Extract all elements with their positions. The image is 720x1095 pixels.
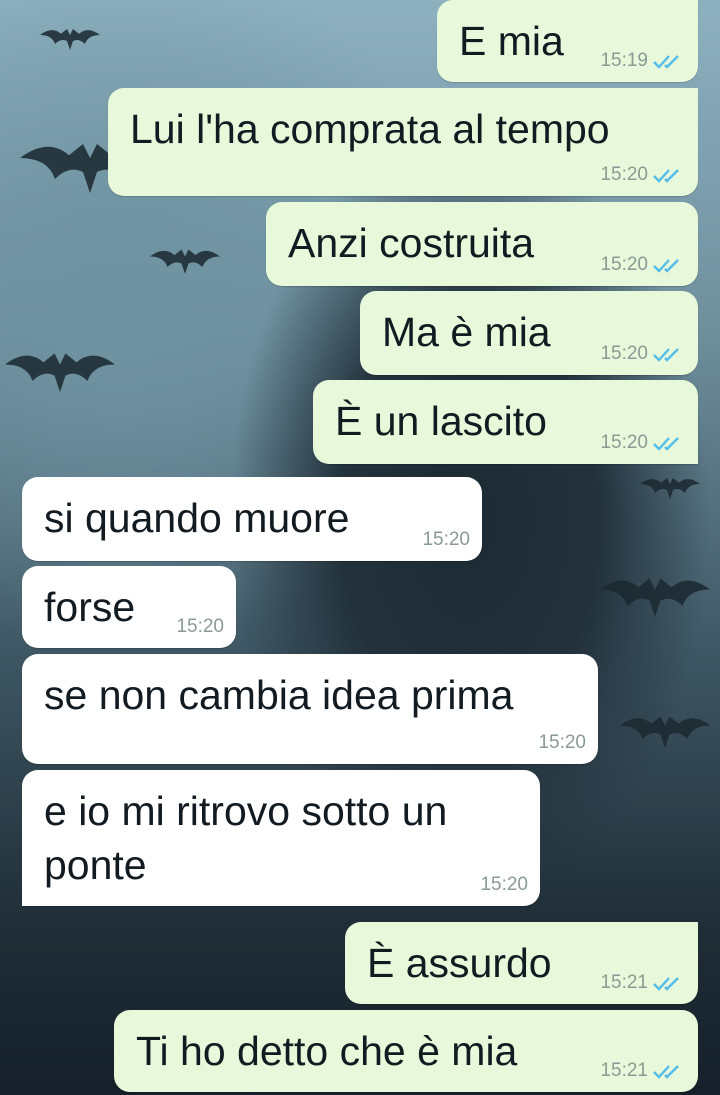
outgoing-message[interactable]: È un lascito 15:20	[313, 380, 698, 464]
double-check-icon	[653, 55, 679, 69]
message-time: 15:20	[176, 616, 224, 637]
message-time: 15:20	[480, 874, 528, 895]
double-check-icon	[653, 259, 679, 273]
double-check-icon	[653, 348, 679, 362]
message-meta: 15:19	[600, 50, 686, 72]
message-time: 15:21	[600, 972, 648, 993]
message-meta: 15:20	[480, 874, 528, 896]
message-text: forse	[44, 584, 136, 630]
message-text: Ma è mia	[382, 309, 551, 355]
message-meta: 15:20	[600, 432, 686, 454]
message-meta: 15:20	[600, 343, 686, 365]
message-text: E mia	[459, 18, 564, 64]
incoming-message[interactable]: e io mi ritrovo sotto un ponte 15:20	[22, 770, 540, 906]
incoming-message[interactable]: se non cambia idea prima 15:20	[22, 654, 598, 764]
double-check-icon	[653, 437, 679, 451]
incoming-message[interactable]: forse 15:20	[22, 566, 236, 648]
message-time: 15:20	[538, 732, 586, 753]
message-text: se non cambia idea prima	[44, 672, 514, 718]
message-meta: 15:20	[600, 254, 686, 276]
message-meta: 15:20	[176, 616, 224, 638]
outgoing-message[interactable]: Anzi costruita 15:20	[266, 202, 698, 286]
message-time: 15:19	[600, 50, 648, 71]
outgoing-message[interactable]: Lui l'ha comprata al tempo 15:20	[108, 88, 698, 196]
outgoing-message[interactable]: Ma è mia 15:20	[360, 291, 698, 375]
message-text: e io mi ritrovo sotto un ponte	[44, 788, 448, 888]
message-meta: 15:21	[600, 1060, 686, 1082]
message-meta: 15:21	[600, 972, 686, 994]
outgoing-message[interactable]: Ti ho detto che è mia 15:21	[114, 1010, 698, 1092]
message-meta: 15:20	[422, 529, 470, 551]
chat-messages: E mia 15:19 Lui l'ha comprata al tempo 1…	[0, 0, 720, 1095]
message-meta: 15:20	[600, 164, 686, 186]
message-text: Lui l'ha comprata al tempo	[130, 106, 610, 152]
incoming-message[interactable]: si quando muore 15:20	[22, 477, 482, 561]
message-time: 15:20	[600, 432, 648, 453]
message-text: Anzi costruita	[288, 220, 535, 266]
message-time: 15:20	[600, 343, 648, 364]
message-text: È assurdo	[367, 940, 552, 986]
message-time: 15:20	[600, 254, 648, 275]
message-text: È un lascito	[335, 398, 547, 444]
message-meta: 15:20	[538, 732, 586, 754]
message-text: si quando muore	[44, 495, 350, 541]
double-check-icon	[653, 169, 679, 183]
message-text: Ti ho detto che è mia	[136, 1028, 518, 1074]
message-time: 15:21	[600, 1060, 648, 1081]
outgoing-message[interactable]: È assurdo 15:21	[345, 922, 698, 1004]
double-check-icon	[653, 1065, 679, 1079]
message-time: 15:20	[422, 529, 470, 550]
outgoing-message[interactable]: E mia 15:19	[437, 0, 698, 82]
message-time: 15:20	[600, 164, 648, 185]
double-check-icon	[653, 977, 679, 991]
